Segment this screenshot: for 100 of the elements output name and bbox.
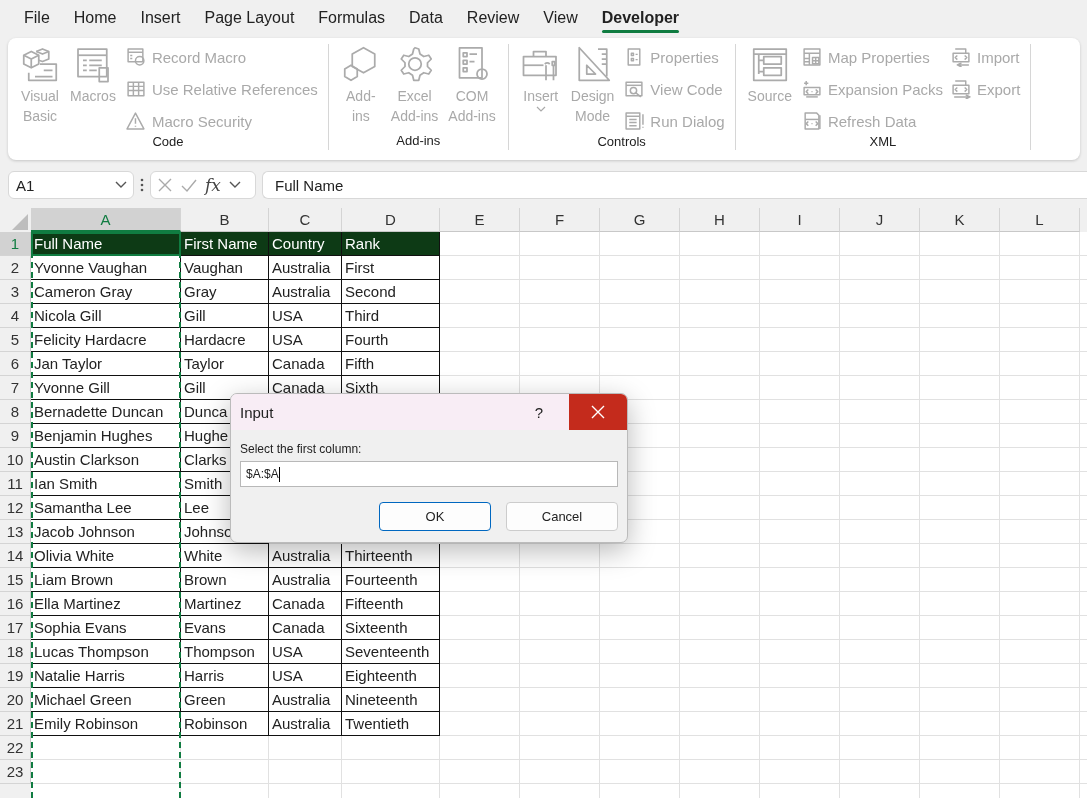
row-header[interactable]: 5	[0, 328, 31, 352]
table-cell: Australia	[269, 256, 342, 280]
table-cell: Fourteenth	[342, 568, 440, 592]
record-icon	[125, 47, 146, 67]
table-cell: Eighteenth	[342, 664, 440, 688]
warning-icon	[125, 111, 146, 131]
formula-input[interactable]: Full Name	[262, 171, 1087, 199]
table-cell: Yvonne Vaughan	[31, 256, 181, 280]
row-header[interactable]: 13	[0, 520, 31, 544]
group-label: XML	[868, 134, 898, 151]
ribbon-tab[interactable]: Page Layout	[192, 0, 307, 36]
table-cell: Nineteenth	[342, 688, 440, 712]
xml-refresh-icon	[801, 111, 822, 131]
table-cell: Thompson	[181, 640, 269, 664]
table-cell: Australia	[269, 712, 342, 736]
group-label: Controls	[596, 134, 647, 151]
table-cell: Canada	[269, 616, 342, 640]
more-options-icon[interactable]	[140, 178, 144, 192]
row-header[interactable]: 18	[0, 640, 31, 664]
row-header[interactable]: 16	[0, 592, 31, 616]
row-header[interactable]: 17	[0, 616, 31, 640]
table-cell: Harris	[181, 664, 269, 688]
table-cell: Australia	[269, 688, 342, 712]
xml-import-icon	[951, 47, 971, 67]
table-cell: Evans	[181, 616, 269, 640]
row-header[interactable]: 2	[0, 256, 31, 280]
chevron-down-icon[interactable]	[228, 181, 241, 189]
table-cell: Taylor	[181, 352, 269, 376]
table-cell: Australia	[269, 568, 342, 592]
row-header[interactable]: 3	[0, 280, 31, 304]
table-cell: Seventeenth	[342, 640, 440, 664]
close-button[interactable]	[569, 394, 627, 430]
insert-function-button[interactable]: fx	[205, 175, 221, 195]
row-header[interactable]: 11	[0, 472, 31, 496]
cancel-button[interactable]: Cancel	[506, 502, 618, 531]
header-cell: Country	[269, 232, 342, 256]
row-header[interactable]: 22	[0, 736, 31, 760]
table-cell: Bernadette Duncan	[31, 400, 181, 424]
row-header[interactable]: 15	[0, 568, 31, 592]
table-cell: Fifth	[342, 352, 440, 376]
table-cell: Fourth	[342, 328, 440, 352]
table-cell: USA	[269, 664, 342, 688]
name-box[interactable]: A1	[8, 171, 134, 199]
table-cell: Brown	[181, 568, 269, 592]
grid-icon	[125, 79, 146, 99]
row-header[interactable]: 7	[0, 376, 31, 400]
table-cell: Australia	[269, 544, 342, 568]
xml-export-icon	[951, 79, 971, 99]
row-header[interactable]: 21	[0, 712, 31, 736]
table-cell: Michael Green	[31, 688, 181, 712]
cancel-icon[interactable]	[157, 177, 173, 193]
column-header[interactable]: A	[31, 208, 181, 232]
dialog-list-icon	[624, 111, 645, 131]
help-button[interactable]: ?	[509, 403, 569, 421]
row-header[interactable]: 20	[0, 688, 31, 712]
row-header[interactable]: 10	[0, 448, 31, 472]
row-header[interactable]: 23	[0, 760, 31, 784]
table-cell: First	[342, 256, 440, 280]
table-cell: Gill	[181, 376, 269, 400]
table-cell: Hardacre	[181, 328, 269, 352]
ok-button[interactable]: OK	[379, 502, 491, 531]
row-header[interactable]: 12	[0, 496, 31, 520]
row-header[interactable]: 1	[0, 232, 31, 256]
ribbon-tab[interactable]: Formulas	[306, 0, 398, 36]
table-cell: USA	[269, 304, 342, 328]
table-cell: Lucas Thompson	[31, 640, 181, 664]
row-header[interactable]: 14	[0, 544, 31, 568]
ribbon-tab[interactable]: View	[531, 0, 590, 36]
table-cell: Gray	[181, 280, 269, 304]
row-header[interactable]: 9	[0, 424, 31, 448]
table-cell: USA	[269, 640, 342, 664]
view-code-icon	[624, 79, 645, 99]
row-header[interactable]: 6	[0, 352, 31, 376]
row-header[interactable]: 8	[0, 400, 31, 424]
table-cell: Green	[181, 688, 269, 712]
row-header[interactable]: 4	[0, 304, 31, 328]
table-cell: Twentieth	[342, 712, 440, 736]
ribbon-tab[interactable]: Insert	[128, 0, 193, 36]
ribbon-tab[interactable]: Data	[397, 0, 455, 36]
input-field[interactable]: $A:$A	[240, 461, 618, 487]
table-cell: Second	[342, 280, 440, 304]
checkmark-icon[interactable]	[181, 177, 197, 193]
group-label: Add-ins	[395, 133, 442, 150]
table-cell: Canada	[269, 592, 342, 616]
ribbon-tab[interactable]: Home	[61, 0, 129, 36]
ribbon-tab[interactable]: File	[12, 0, 62, 36]
table-cell: Yvonne Gill	[31, 376, 181, 400]
table-cell: Gill	[181, 304, 269, 328]
table-cell: Sixteenth	[342, 616, 440, 640]
table-cell: USA	[269, 328, 342, 352]
table-cell: Liam Brown	[31, 568, 181, 592]
table-cell: Austin Clarkson	[31, 448, 181, 472]
table-cell: Australia	[269, 280, 342, 304]
table-cell: Canada	[269, 352, 342, 376]
ribbon-tab[interactable]: Developer	[589, 0, 692, 36]
table-cell: Thirteenth	[342, 544, 440, 568]
table-cell: Martinez	[181, 592, 269, 616]
ribbon-tab[interactable]: Review	[454, 0, 532, 36]
row-header[interactable]: 19	[0, 664, 31, 688]
header-cell: First Name	[181, 232, 269, 256]
